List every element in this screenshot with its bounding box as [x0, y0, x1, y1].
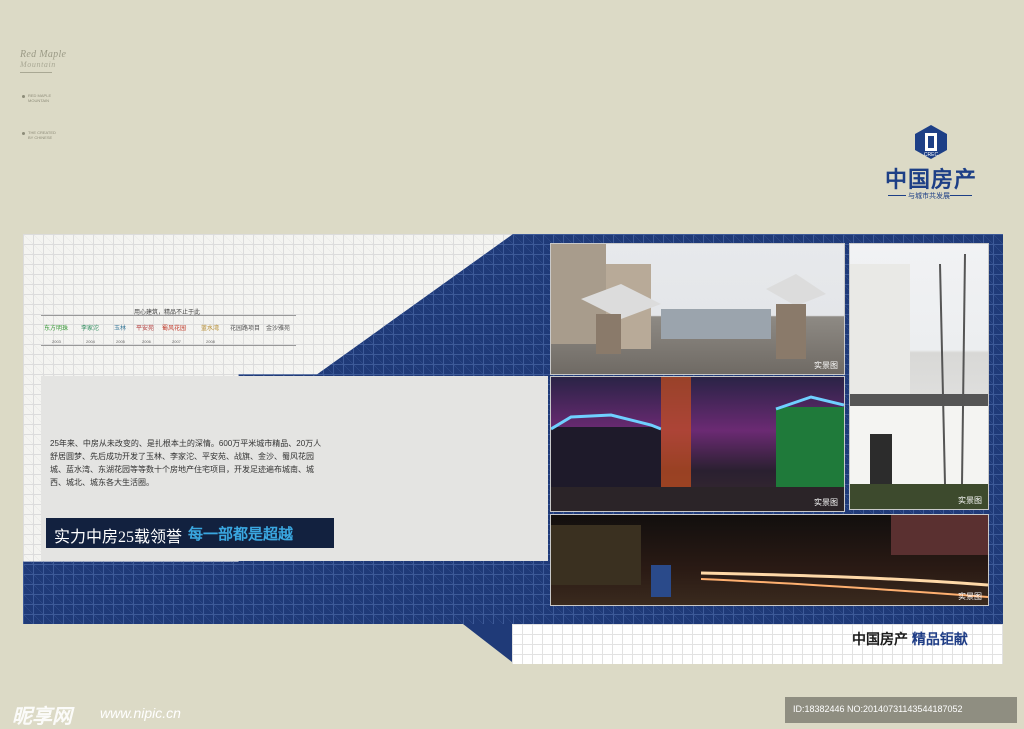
villa-illustration [850, 253, 988, 509]
brand-rule [20, 72, 52, 73]
project-logo: 花园路项目 [230, 326, 261, 332]
logo-mark: CREC [924, 152, 939, 158]
project-logo: 李家沱 [80, 326, 99, 332]
slogan-accent: 每一部都是超越 [188, 526, 294, 543]
watermark-url: www.nipic.cn [100, 705, 181, 721]
photo-caption: 实景图 [814, 498, 838, 507]
logo-tagline: 与城市共发展 [908, 193, 950, 200]
photo-residential-gate: 实景图 [550, 243, 845, 375]
brand-subtitle: Mountain [20, 60, 56, 69]
footer-tagline: 中国房产 精品钜献 [852, 629, 968, 649]
watermark-id: ID:18382446 NO:20140731143544187052 [793, 704, 963, 714]
project-logo: 平安苑 [135, 326, 154, 332]
slogan-primary: 实力中房25载领誉 [54, 529, 183, 546]
photo-caption: 实景图 [814, 361, 838, 370]
company-logo-icon: CREC [915, 125, 947, 159]
timeline-year: 2008 [206, 339, 215, 344]
timeline-bottom-rule [41, 345, 296, 346]
traffic-illustration [551, 515, 988, 598]
timeline-year: 2005 [116, 339, 125, 344]
photo-villa-street: 实景图 [849, 243, 989, 510]
logo-name: 中国房产 [885, 167, 978, 192]
footer-accent: 精品钜献 [911, 631, 968, 647]
photo-night-street: 实景图 [550, 376, 845, 512]
project-logo: 东方明珠 [43, 326, 68, 332]
timeline-top-rule [41, 315, 296, 316]
photo-caption: 实景图 [958, 592, 982, 601]
timeline-year: 2006 [142, 339, 151, 344]
project-logo: 金沙雅苑 [265, 326, 290, 332]
bullet-icon [22, 95, 25, 98]
intro-paragraph: 25年来、中房从未改变的、是扎根本土的深情。600万平米城市精品、20万人舒居圆… [50, 439, 322, 487]
watermark-left: 昵享网 [12, 706, 72, 728]
bullet-icon [22, 132, 25, 135]
footer-fold-shape [463, 624, 512, 662]
buildings-illustration [551, 244, 826, 359]
logo-rule-right [950, 195, 972, 196]
photo-night-traffic: 实景图 [550, 514, 989, 606]
project-logo: 玉林 [113, 326, 126, 332]
brand-note-2: THE CREATED BY CHINESE [28, 130, 56, 140]
project-logo: 蓝水湾 [200, 326, 219, 332]
logo-rule-left [888, 195, 906, 196]
photo-caption: 实景图 [958, 496, 982, 505]
footer-brand: 中国房产 [852, 631, 908, 647]
brand-note-1: RED MAPLE MOUNTAIN [28, 93, 52, 103]
timeline-year: 2004 [86, 339, 95, 344]
night-street-illustration [551, 377, 844, 511]
brand-title: Red Maple [20, 49, 67, 60]
timeline-year: 2003 [52, 339, 61, 344]
timeline-year: 2007 [172, 339, 181, 344]
project-logo: 蜀风花园 [161, 326, 186, 332]
